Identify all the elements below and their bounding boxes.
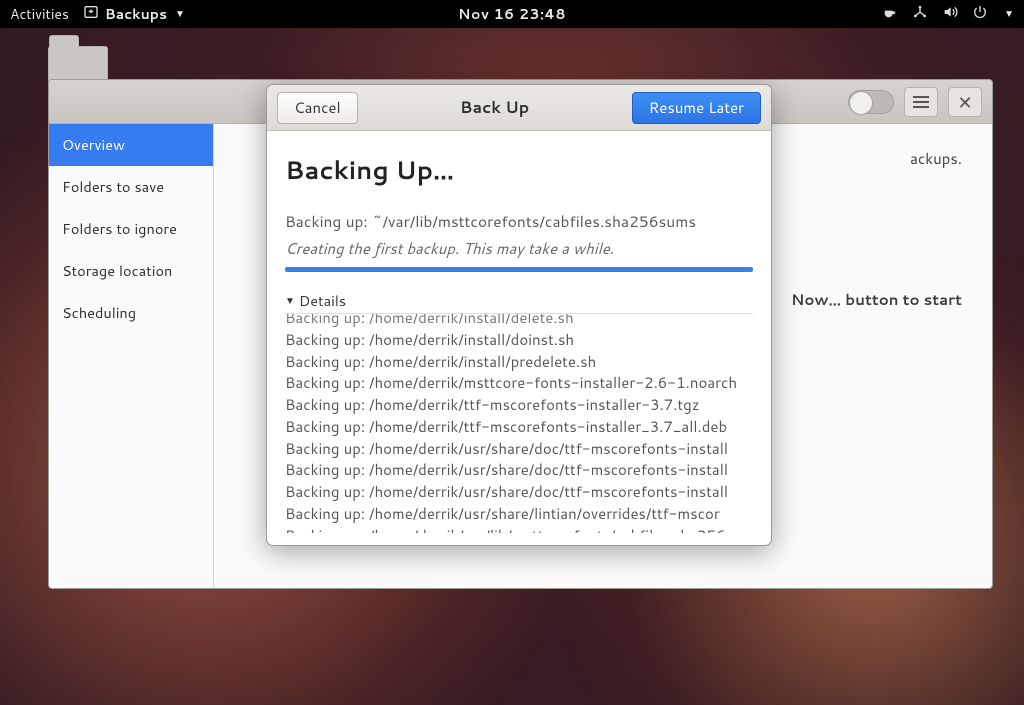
auto-backup-toggle[interactable]: [848, 90, 894, 114]
progress-bar: [285, 267, 753, 272]
log-line: Backing up: /home/derrik/install/predele…: [285, 351, 753, 373]
backup-now-label: Now…: [791, 289, 841, 310]
sidebar-item-folders-to-save[interactable]: Folders to save: [49, 166, 213, 208]
details-expander[interactable]: ▼ Details: [285, 290, 753, 311]
caffeine-icon: [882, 4, 898, 25]
log-line: Backing up: /home/derrik/usr/share/doc/t…: [285, 459, 753, 481]
backups-app-icon: [83, 4, 99, 25]
dialog-heading: Backing Up…: [285, 153, 753, 188]
cancel-button[interactable]: Cancel: [277, 92, 358, 124]
app-menu-label: Backups: [105, 4, 167, 24]
log-line: Backing up: /home/derrik/var/lib/msttcor…: [285, 525, 753, 534]
log-line: Backing up: /home/derrik/ttf-mscorefonts…: [285, 416, 753, 438]
app-menu[interactable]: Backups ▼: [83, 4, 185, 25]
log-line: Backing up: /home/derrik/ttf-mscorefonts…: [285, 394, 753, 416]
overview-text-2: button to start: [841, 289, 962, 310]
dialog-title: Back Up: [460, 96, 529, 119]
activities-button[interactable]: Activities: [10, 4, 69, 24]
resume-later-button[interactable]: Resume Later: [632, 92, 761, 124]
backup-substatus: Creating the first backup. This may take…: [285, 238, 753, 259]
sidebar: OverviewFolders to saveFolders to ignore…: [49, 124, 214, 588]
sidebar-item-overview[interactable]: Overview: [49, 124, 213, 166]
log-line: Backing up: /home/derrik/usr/share/doc/t…: [285, 481, 753, 503]
system-status-area[interactable]: ▼: [882, 4, 1014, 25]
current-file-status: Backing up: ~/var/lib/msttcorefonts/cabf…: [285, 210, 753, 232]
chevron-down-icon: ▼: [1004, 7, 1014, 21]
log-line: Backing up: /home/derrik/usr/share/linti…: [285, 503, 753, 525]
details-label: Details: [299, 290, 346, 311]
window-close-button[interactable]: ✕: [948, 87, 982, 117]
backup-progress-dialog: Cancel Back Up Resume Later Backing Up… …: [266, 84, 772, 546]
dialog-headerbar: Cancel Back Up Resume Later: [267, 85, 771, 131]
log-line: Backing up: /home/derrik/install/delete.…: [285, 313, 753, 329]
gnome-top-bar: Activities Backups ▼ Nov 16 23:48 ▼: [0, 0, 1024, 28]
hamburger-menu-button[interactable]: [904, 87, 938, 117]
sidebar-item-folders-to-ignore[interactable]: Folders to ignore: [49, 208, 213, 250]
clock[interactable]: Nov 16 23:48: [458, 4, 566, 24]
backup-log: Backing up: /home/derrik/install/delete.…: [285, 313, 753, 533]
network-icon: [912, 4, 928, 25]
log-line: Backing up: /home/derrik/msttcore-fonts-…: [285, 372, 753, 394]
chevron-down-icon: ▼: [175, 7, 185, 21]
log-line: Backing up: /home/derrik/install/doinst.…: [285, 329, 753, 351]
hamburger-icon: [913, 96, 929, 108]
power-icon: [972, 4, 988, 25]
sidebar-item-scheduling[interactable]: Scheduling: [49, 292, 213, 334]
close-icon: ✕: [957, 89, 972, 115]
volume-icon: [942, 4, 958, 25]
sidebar-item-storage-location[interactable]: Storage location: [49, 250, 213, 292]
expander-arrow-icon: ▼: [285, 294, 295, 308]
log-line: Backing up: /home/derrik/usr/share/doc/t…: [285, 438, 753, 460]
